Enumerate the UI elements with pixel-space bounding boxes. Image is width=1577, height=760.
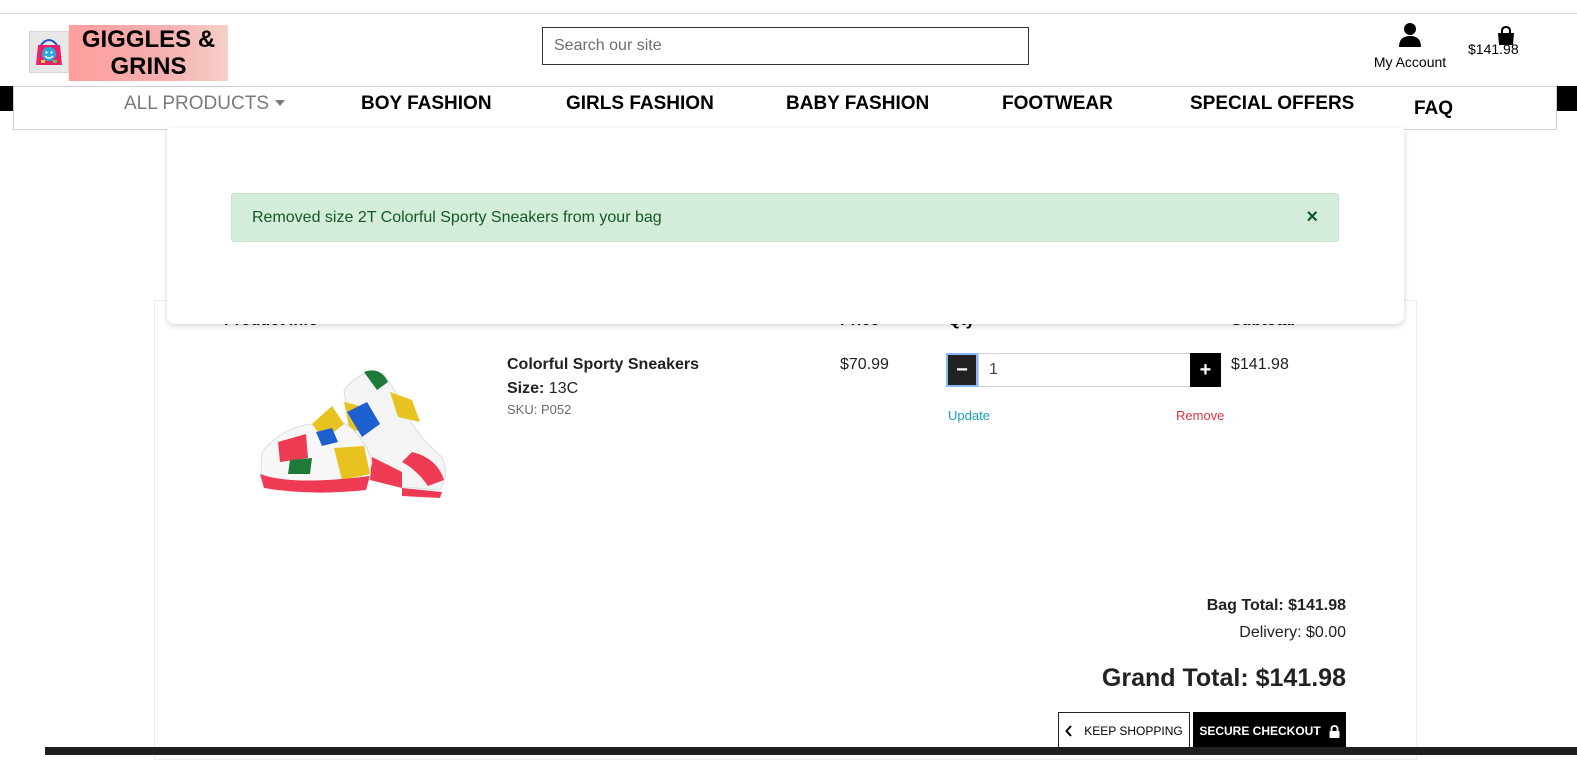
secure-checkout-label: SECURE CHECKOUT (1199, 724, 1321, 738)
bottom-edge (45, 747, 1577, 755)
product-size: Size: 13C (507, 380, 578, 398)
alert-message: Removed size 2T Colorful Sporty Sneakers… (252, 209, 662, 226)
update-link[interactable]: Update (948, 408, 990, 423)
keep-shopping-label: KEEP SHOPPING (1084, 724, 1183, 738)
nav-edge-right (1557, 86, 1577, 111)
delivery-line: Delivery: $0.00 (1239, 624, 1346, 641)
product-price: $70.99 (840, 356, 889, 373)
nav-item-boy-fashion[interactable]: BOY FASHION (361, 93, 492, 115)
plus-icon: + (1199, 358, 1212, 381)
size-value: 13C (548, 380, 579, 397)
size-label: Size: (507, 380, 545, 397)
nav-item-special-offers[interactable]: SPECIAL OFFERS (1190, 93, 1354, 115)
product-subtotal: $141.98 (1231, 356, 1289, 373)
nav-item-faq[interactable]: FAQ (1414, 98, 1453, 120)
nav-edge-left (0, 86, 13, 111)
qty-input[interactable] (978, 353, 1191, 387)
close-icon[interactable]: × (1306, 206, 1318, 229)
main-nav: ALL PRODUCTS BOY FASHION GIRLS FASHION B… (13, 86, 1557, 130)
grand-total-line: Grand Total: $141.98 (1101, 664, 1346, 692)
remove-link[interactable]: Remove (1176, 408, 1224, 423)
caret-down-icon (275, 100, 285, 106)
success-alert: Removed size 2T Colorful Sporty Sneakers… (231, 193, 1339, 242)
qty-decrement-button[interactable]: − (946, 353, 978, 387)
product-name: Colorful Sporty Sneakers (507, 356, 700, 373)
my-account-link[interactable]: My Account (1366, 22, 1454, 74)
bag-total-amount: $141.98 (1468, 41, 1519, 57)
bag-total-line: Bag Total: $141.98 (1206, 597, 1346, 614)
nav-item-all-products[interactable]: ALL PRODUCTS (124, 93, 285, 115)
shopping-bag-link[interactable]: $141.98 (1462, 26, 1528, 62)
product-sku: SKU: P052 (507, 402, 572, 417)
toast-container: Removed size 2T Colorful Sporty Sneakers… (167, 128, 1404, 324)
lock-icon (1329, 724, 1340, 738)
logo-text: GIGGLES & GRINS (81, 26, 216, 80)
chevron-left-icon (1065, 725, 1072, 737)
nav-item-label: ALL PRODUCTS (124, 93, 269, 114)
my-account-label: My Account (1373, 54, 1447, 70)
search-input[interactable] (542, 27, 1029, 65)
nav-item-girls-fashion[interactable]: GIRLS FASHION (566, 93, 714, 115)
user-icon (1399, 23, 1421, 47)
logo-wordmark[interactable]: GIGGLES & GRINS (69, 25, 228, 81)
minus-icon: − (956, 358, 968, 381)
qty-increment-button[interactable]: + (1190, 353, 1221, 387)
nav-item-baby-fashion[interactable]: BABY FASHION (786, 93, 929, 115)
nav-item-footwear[interactable]: FOOTWEAR (1002, 93, 1113, 115)
secure-checkout-button[interactable]: SECURE CHECKOUT (1193, 712, 1346, 750)
top-divider (0, 13, 1577, 14)
product-image (252, 362, 452, 500)
logo-icon[interactable] (29, 31, 69, 73)
keep-shopping-button[interactable]: KEEP SHOPPING (1058, 712, 1190, 750)
